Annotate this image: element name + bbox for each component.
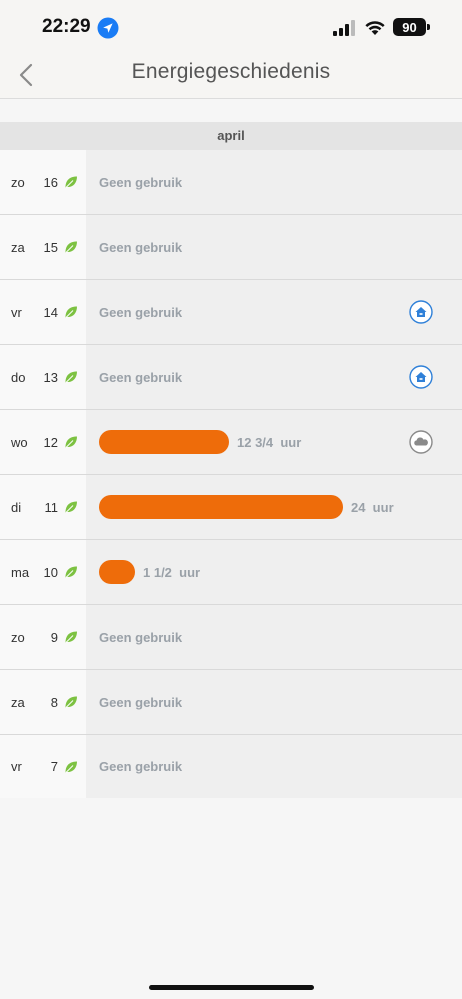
weekday-label: za: [11, 239, 25, 255]
usage-cell: Geen gebruik: [86, 280, 462, 344]
day-list: zo 16 Geen gebruik za 15 Geen gebruik vr 14 Geen…: [0, 150, 462, 798]
leaf-icon: [65, 761, 77, 773]
no-usage-label: Geen gebruik: [99, 174, 183, 190]
day-number: 12: [43, 434, 58, 450]
usage-cell: Geen gebruik: [86, 605, 462, 669]
day-cell: di 11: [0, 475, 86, 539]
leaf-icon: [65, 306, 77, 318]
usage-cell: 12 3/4 uur: [86, 410, 462, 474]
usage-bar: [99, 430, 229, 454]
no-usage-label: Geen gebruik: [99, 239, 183, 255]
usage-cell: 1 1/2 uur: [86, 540, 462, 604]
usage-hours-label: 24 uur: [351, 499, 394, 515]
leaf-icon: [65, 371, 77, 383]
home-icon[interactable]: [409, 365, 433, 389]
leaf-icon: [65, 436, 77, 448]
day-cell: ma 10: [0, 540, 86, 604]
no-usage-label: Geen gebruik: [99, 304, 183, 320]
day-number: 13: [43, 369, 58, 385]
day-cell: do 13: [0, 345, 86, 409]
day-row[interactable]: vr 7 Geen gebruik: [0, 735, 462, 798]
usage-cell: Geen gebruik: [86, 150, 462, 214]
day-row[interactable]: wo 12 12 3/4 uur: [0, 410, 462, 475]
weekday-label: vr: [11, 304, 22, 320]
no-usage-label: Geen gebruik: [99, 759, 183, 774]
day-number: 8: [50, 694, 58, 710]
usage-cell: Geen gebruik: [86, 345, 462, 409]
battery-tip: [427, 24, 430, 30]
usage-cell: Geen gebruik: [86, 670, 462, 734]
day-number: 7: [50, 759, 58, 774]
month-header: april: [0, 122, 462, 150]
day-cell: vr 14: [0, 280, 86, 344]
leaf-icon: [65, 566, 77, 578]
day-row[interactable]: zo 16 Geen gebruik: [0, 150, 462, 215]
usage-hours-label: 12 3/4 uur: [237, 434, 302, 450]
cloud-icon[interactable]: [409, 430, 433, 454]
cellular-signal-icon: [333, 20, 355, 36]
day-number: 10: [43, 564, 58, 580]
day-number: 11: [44, 499, 59, 515]
day-row[interactable]: do 13 Geen gebruik: [0, 345, 462, 410]
day-number: 16: [43, 174, 58, 190]
day-cell: vr 7: [0, 735, 86, 798]
usage-cell: Geen gebruik: [86, 215, 462, 279]
weekday-label: do: [11, 369, 26, 385]
wifi-icon: [365, 21, 385, 35]
status-bar: 22:29 90: [0, 0, 462, 56]
day-row[interactable]: za 15 Geen gebruik: [0, 215, 462, 280]
battery-indicator: 90: [393, 18, 426, 36]
leaf-icon: [65, 501, 77, 513]
leaf-icon: [65, 696, 77, 708]
weekday-label: zo: [11, 629, 25, 645]
leaf-icon: [65, 241, 77, 253]
weekday-label: wo: [11, 434, 28, 450]
no-usage-label: Geen gebruik: [99, 369, 183, 385]
day-cell: za 15: [0, 215, 86, 279]
location-arrow-icon: [97, 17, 119, 39]
usage-bar: [99, 560, 135, 584]
weekday-label: za: [11, 694, 25, 710]
day-cell: za 8: [0, 670, 86, 734]
weekday-label: ma: [11, 564, 30, 580]
day-row[interactable]: za 8 Geen gebruik: [0, 670, 462, 735]
usage-cell: 24 uur: [86, 475, 462, 539]
leaf-icon: [65, 631, 77, 643]
day-number: 15: [43, 239, 58, 255]
day-row[interactable]: zo 9 Geen gebruik: [0, 605, 462, 670]
status-time: 22:29: [42, 16, 91, 37]
no-usage-label: Geen gebruik: [99, 694, 183, 710]
nav-bar: Energiegeschiedenis: [0, 56, 462, 99]
weekday-label: di: [11, 499, 22, 515]
home-indicator: [149, 985, 314, 990]
weekday-label: vr: [11, 759, 22, 774]
weekday-label: zo: [11, 174, 25, 190]
usage-hours-label: 1 1/2 uur: [143, 564, 201, 580]
day-number: 14: [43, 304, 58, 320]
usage-bar: [99, 495, 343, 519]
day-cell: zo 16: [0, 150, 86, 214]
page-title: Energiegeschiedenis: [131, 60, 331, 83]
day-row[interactable]: ma 10 1 1/2 uur: [0, 540, 462, 605]
usage-cell: Geen gebruik: [86, 735, 462, 798]
day-row[interactable]: vr 14 Geen gebruik: [0, 280, 462, 345]
day-row[interactable]: di 11 24 uur: [0, 475, 462, 540]
day-cell: zo 9: [0, 605, 86, 669]
day-cell: wo 12: [0, 410, 86, 474]
home-icon[interactable]: [409, 300, 433, 324]
day-number: 9: [50, 629, 58, 645]
no-usage-label: Geen gebruik: [99, 629, 183, 645]
leaf-icon: [65, 176, 77, 188]
